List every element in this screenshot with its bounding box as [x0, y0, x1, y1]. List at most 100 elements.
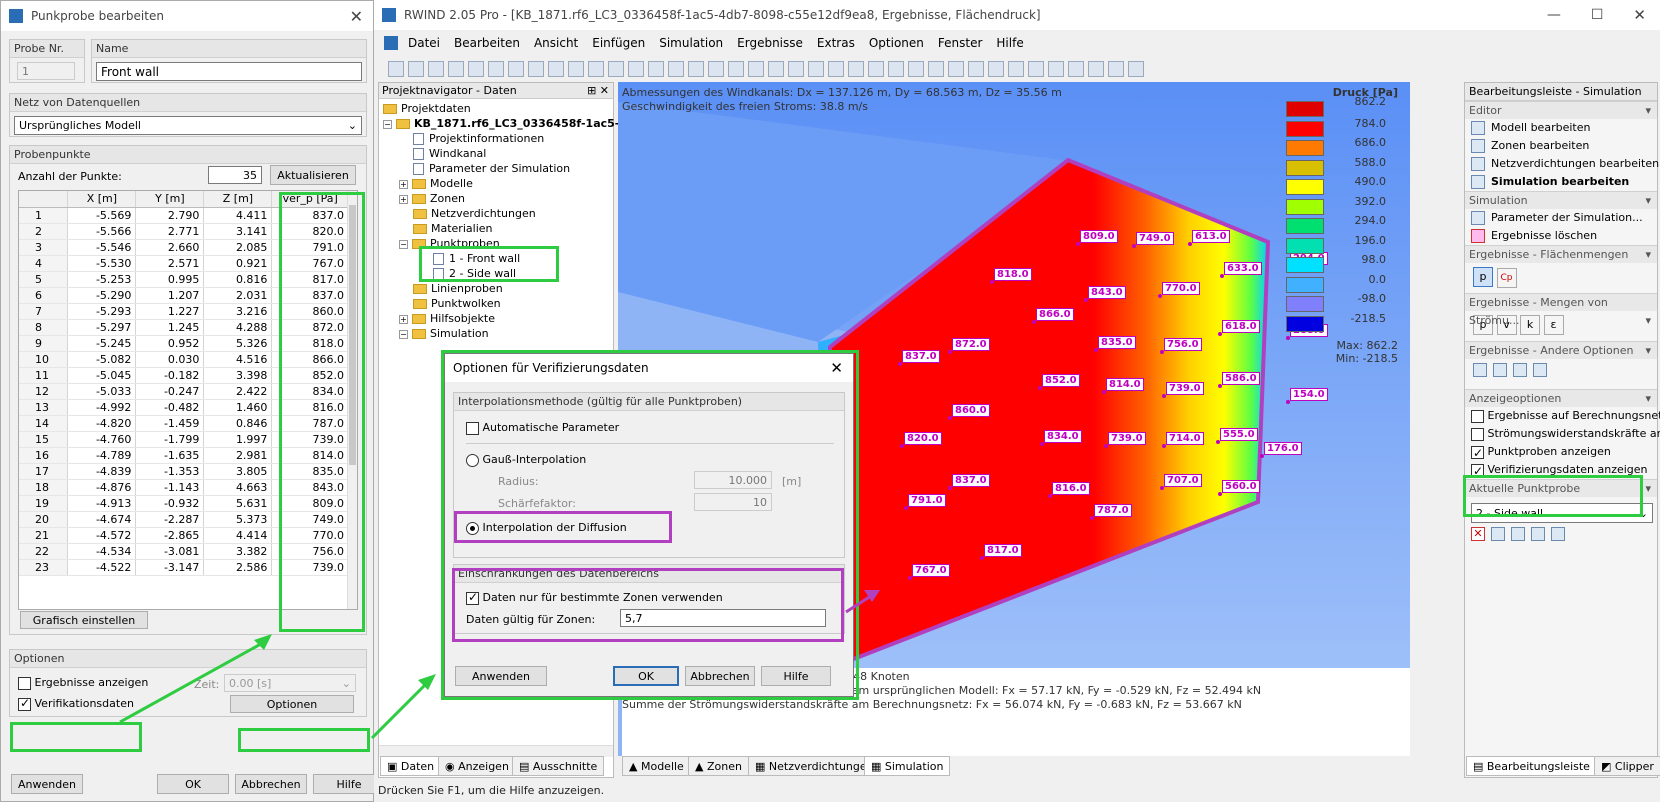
cell-y[interactable]: -1.353 — [135, 463, 205, 480]
arrows-icon[interactable] — [948, 61, 964, 77]
cell-z[interactable]: 4.288 — [203, 319, 273, 336]
probe-value-label[interactable]: 817.0 — [984, 544, 1022, 557]
tree-item-parameter[interactable]: Parameter der Simulation — [383, 161, 613, 176]
probe-value-label[interactable]: 739.0 — [1108, 432, 1146, 445]
row-number[interactable]: 13 — [19, 399, 69, 416]
cell-y[interactable]: -3.081 — [135, 543, 205, 560]
cell-x[interactable]: -5.245 — [67, 335, 137, 352]
tree-item-materialien[interactable]: Materialien — [383, 221, 613, 236]
row-number[interactable]: 23 — [19, 559, 69, 576]
probe-value-label[interactable]: 618.0 — [1222, 320, 1260, 333]
tab-clipper[interactable]: ◩ Clipper — [1594, 756, 1660, 776]
cell-z[interactable]: 4.663 — [203, 479, 273, 496]
cell-y[interactable]: -0.247 — [135, 383, 205, 400]
export-icon[interactable] — [1551, 527, 1565, 541]
cell-z[interactable]: 4.411 — [203, 207, 273, 224]
cell-x[interactable]: -4.534 — [67, 543, 137, 560]
tab-zonen[interactable]: ▲ Zonen — [688, 756, 749, 776]
cell-x[interactable]: -4.789 — [67, 447, 137, 464]
probe-value-label[interactable]: 586.0 — [1222, 372, 1260, 385]
row-number[interactable]: 22 — [19, 543, 69, 560]
cell-x[interactable]: -5.290 — [67, 287, 137, 304]
menu-datei[interactable]: Datei — [408, 30, 440, 56]
view-y-icon[interactable] — [868, 61, 884, 77]
probe-value-label[interactable]: 809.0 — [1080, 230, 1118, 243]
row-number[interactable]: 4 — [19, 255, 69, 272]
pressure-p-button[interactable]: p — [1473, 267, 1493, 287]
probe-value-label[interactable]: 837.0 — [952, 474, 990, 487]
box-icon[interactable] — [888, 61, 904, 77]
pin-icon[interactable]: ⊞ ✕ — [587, 83, 609, 99]
expand-icon[interactable]: + — [399, 194, 408, 204]
cell-x[interactable]: -5.253 — [67, 271, 137, 288]
collapse-icon[interactable]: − — [399, 239, 408, 249]
layers-icon[interactable] — [1493, 363, 1507, 377]
section-anzeigeoptionen[interactable]: Anzeigeoptionen — [1465, 389, 1657, 408]
tab-daten[interactable]: ▣ Daten — [380, 756, 442, 776]
ergebnisse-loeschen-item[interactable]: Ergebnisse löschen — [1465, 227, 1657, 245]
probe-value-label[interactable]: 835.0 — [1098, 336, 1136, 349]
tree-project[interactable]: − KB_1871.rf6_LC3_0336458f-1ac5-4d — [383, 116, 635, 131]
grafisch-einstellen-button[interactable]: Grafisch einstellen — [20, 611, 148, 629]
probe-value-label[interactable]: 816.0 — [1052, 482, 1090, 495]
row-number[interactable]: 1 — [19, 207, 69, 224]
view-front-icon[interactable] — [608, 61, 624, 77]
probe-value-label[interactable]: 770.0 — [1162, 282, 1200, 295]
tree-item-zonen[interactable]: + Zonen — [383, 191, 613, 206]
tree-root[interactable]: Projektdaten — [383, 101, 613, 116]
plane-icon[interactable] — [1048, 61, 1064, 77]
netz-select[interactable]: Ursprüngliches Modell ⌄ — [14, 116, 362, 135]
cell-y[interactable]: -3.147 — [135, 559, 205, 576]
cell-z[interactable]: 5.326 — [203, 335, 273, 352]
probe-value-label[interactable]: 843.0 — [1088, 286, 1126, 299]
cell-y[interactable]: 2.790 — [135, 207, 205, 224]
probe-value-label[interactable]: 791.0 — [908, 494, 946, 507]
tab-bearbeitungsleiste[interactable]: ▤ Bearbeitungsleiste — [1466, 756, 1597, 776]
tree-item-linienproben[interactable]: Linienproben — [383, 281, 613, 296]
minimize-icon[interactable]: — — [1547, 7, 1561, 23]
image-icon[interactable] — [1513, 363, 1527, 377]
cell-y[interactable]: -2.287 — [135, 511, 205, 528]
cell-y[interactable]: -0.932 — [135, 495, 205, 512]
cell-x[interactable]: -4.760 — [67, 431, 137, 448]
flow-epsilon-button[interactable]: ε — [1543, 315, 1564, 335]
row-number[interactable]: 18 — [19, 479, 69, 496]
probe-value-label[interactable]: 707.0 — [1164, 474, 1202, 487]
cell-y[interactable]: 1.227 — [135, 303, 205, 320]
section-stroemung[interactable]: Ergebnisse - Mengen von Strömu... — [1465, 293, 1657, 330]
tree-item-projektinfo[interactable]: Projektinformationen — [383, 131, 613, 146]
zonen-bearbeiten-item[interactable]: Zonen bearbeiten — [1465, 137, 1657, 155]
menu-optionen[interactable]: Optionen — [869, 30, 924, 56]
punktproben-anzeigen-checkbox[interactable]: Punktproben anzeigen — [1465, 443, 1657, 462]
ok-button[interactable]: OK — [157, 774, 229, 794]
cell-x[interactable]: -4.820 — [67, 415, 137, 432]
row-number[interactable]: 15 — [19, 431, 69, 448]
row-number[interactable]: 3 — [19, 239, 69, 256]
probe-value-label[interactable]: 872.0 — [952, 338, 990, 351]
cell-y[interactable]: -1.799 — [135, 431, 205, 448]
select-icon[interactable] — [528, 61, 544, 77]
cell-y[interactable]: 0.995 — [135, 271, 205, 288]
flow-k-button[interactable]: k — [1520, 315, 1540, 335]
cell-z[interactable]: 4.414 — [203, 527, 273, 544]
tab-anzeigen[interactable]: ◉ Anzeigen — [438, 756, 516, 776]
cell-y[interactable]: -1.143 — [135, 479, 205, 496]
parameter-simulation-item[interactable]: Parameter der Simulation... — [1465, 209, 1657, 227]
stream-icon[interactable] — [968, 61, 984, 77]
netzverdichtungen-bearbeiten-item[interactable]: Netzverdichtungen bearbeiten — [1465, 155, 1659, 173]
probe-icon[interactable] — [708, 61, 724, 77]
cell-y[interactable]: -2.865 — [135, 527, 205, 544]
rotate-icon[interactable] — [768, 61, 784, 77]
clip-icon[interactable] — [1068, 61, 1084, 77]
cell-x[interactable]: -5.566 — [67, 223, 137, 240]
zoom-all-icon[interactable] — [748, 61, 764, 77]
wireframe-icon[interactable] — [1008, 61, 1024, 77]
stroemungskraefte-checkbox[interactable]: Strömungswiderstandskräfte an... — [1465, 425, 1660, 443]
tree-item-simulation[interactable]: − Simulation — [383, 326, 613, 341]
cell-z[interactable]: 2.085 — [203, 239, 273, 256]
cell-x[interactable]: -4.572 — [67, 527, 137, 544]
cell-z[interactable]: 4.516 — [203, 351, 273, 368]
cell-x[interactable]: -5.033 — [67, 383, 137, 400]
menu-extras[interactable]: Extras — [817, 30, 855, 56]
save-icon[interactable] — [428, 61, 444, 77]
